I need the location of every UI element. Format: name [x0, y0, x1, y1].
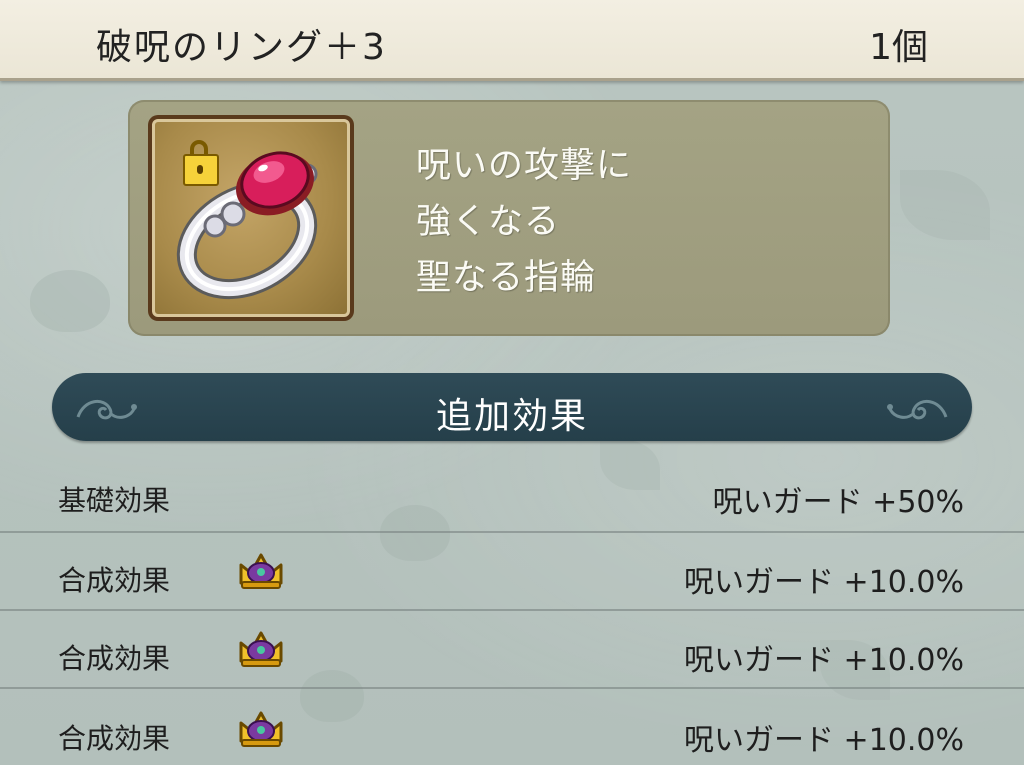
- lock-icon: [183, 140, 219, 186]
- item-name: 破呪のリング＋3: [96, 27, 387, 68]
- crown-icon: [239, 711, 283, 747]
- effect-label: 合成効果: [58, 642, 171, 675]
- background-slime-decoration: [30, 270, 110, 332]
- crown-icon: [239, 631, 283, 667]
- effect-label: 基礎効果: [58, 484, 171, 517]
- effect-value: 呪いガード +10.0%: [684, 643, 964, 678]
- item-header: 破呪のリング＋3 1個: [0, 0, 1024, 81]
- effect-row-synthesis: 合成効果 呪いガード +10.0%: [0, 533, 1024, 611]
- effect-label: 合成効果: [58, 722, 171, 755]
- description-line: 強くなる: [416, 202, 561, 242]
- effect-value: 呪いガード +10.0%: [684, 565, 964, 600]
- swirl-ornament-icon: [887, 400, 948, 420]
- item-icon-background: [152, 119, 350, 317]
- item-description: 呪いの攻撃に 強くなる 聖なる指輪: [416, 138, 632, 306]
- description-line: 呪いの攻撃に: [416, 146, 633, 186]
- section-title: 追加効果: [435, 396, 588, 437]
- ring-icon: [176, 151, 318, 300]
- effect-row-synthesis: 合成効果 呪いガード +10.0%: [0, 689, 1024, 765]
- crown-icon: [239, 553, 283, 589]
- effect-row-base: 基礎効果 呪いガード +50%: [0, 455, 1024, 533]
- item-count: 1個: [869, 27, 928, 68]
- background-leaf-decoration: [900, 170, 990, 240]
- item-icon-frame[interactable]: [148, 115, 354, 321]
- section-banner: 追加効果: [52, 373, 972, 441]
- effect-label: 合成効果: [58, 564, 171, 597]
- effect-value: 呪いガード +10.0%: [684, 723, 964, 758]
- effect-row-synthesis: 合成効果 呪いガード +10.0%: [0, 611, 1024, 689]
- description-line: 聖なる指輪: [416, 258, 597, 298]
- effect-value: 呪いガード +50%: [712, 485, 964, 520]
- item-detail-card: 呪いの攻撃に 強くなる 聖なる指輪: [128, 100, 890, 336]
